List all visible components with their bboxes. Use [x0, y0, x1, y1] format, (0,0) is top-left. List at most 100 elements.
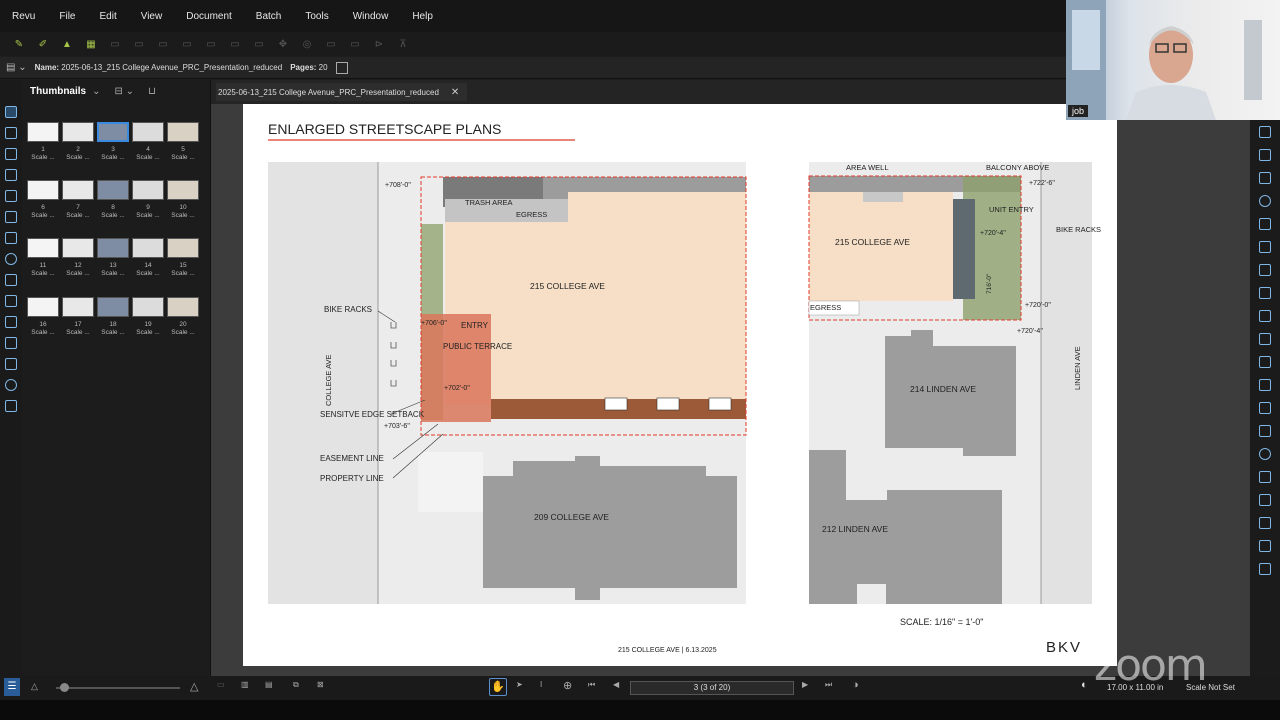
bookmarks-icon[interactable] — [5, 127, 17, 139]
callout-icon[interactable] — [1259, 218, 1271, 230]
move-icon[interactable]: ✥ — [276, 38, 290, 50]
crop-icon[interactable] — [1259, 494, 1271, 506]
markups-icon[interactable] — [5, 169, 17, 181]
thumbnail-page[interactable] — [62, 238, 94, 258]
tool-icon[interactable]: ▭ — [204, 38, 218, 50]
thumbnail-page[interactable] — [132, 297, 164, 317]
pen-icon[interactable]: ✎ — [12, 38, 26, 50]
menu-item-edit[interactable]: Edit — [99, 11, 116, 22]
thumbnail-page[interactable] — [167, 297, 199, 317]
tool-icon[interactable]: ◎ — [300, 38, 314, 50]
ruler-icon[interactable] — [5, 274, 17, 286]
small-size-icon[interactable]: △ — [31, 681, 38, 692]
list-icon[interactable] — [5, 295, 17, 307]
sync-icon[interactable]: ⧉ — [293, 680, 299, 690]
thumbnail-page[interactable] — [167, 122, 199, 142]
split-icon[interactable]: ⊠ — [317, 680, 324, 689]
zoom-icon[interactable]: ⊕ — [563, 679, 572, 692]
pan-hand-icon[interactable]: ✋ — [489, 678, 507, 696]
cloud-icon[interactable] — [1259, 195, 1271, 207]
bell-icon[interactable]: ▲ — [60, 38, 74, 50]
thumbnail-page[interactable] — [27, 238, 59, 258]
thumbnails-icon[interactable] — [5, 106, 17, 118]
page-number-field[interactable]: 3 (3 of 20) — [630, 681, 794, 695]
link-icon[interactable] — [5, 337, 17, 349]
search-icon[interactable] — [5, 379, 17, 391]
dimension-icon[interactable] — [1259, 402, 1271, 414]
highlight-icon[interactable] — [1259, 126, 1271, 138]
tool-icon[interactable]: ▭ — [180, 38, 194, 50]
history-icon[interactable]: ◑ — [852, 679, 859, 691]
document-tab[interactable]: 2025-06-13_215 College Avenue_PRC_Presen… — [216, 83, 468, 101]
polyline-icon[interactable] — [1259, 379, 1271, 391]
tool-icon[interactable]: ▭ — [252, 38, 266, 50]
settings-icon[interactable] — [5, 253, 17, 265]
more-tools-icon[interactable] — [1259, 563, 1271, 575]
thumbnail-page[interactable] — [132, 180, 164, 200]
rectangle-icon[interactable] — [1259, 425, 1271, 437]
tool-icon[interactable]: ▭ — [348, 38, 362, 50]
menu-item-tools[interactable]: Tools — [305, 11, 328, 22]
tool-icon[interactable]: ▭ — [156, 38, 170, 50]
thumbnail-page[interactable] — [97, 180, 129, 200]
arrow-icon[interactable] — [1259, 333, 1271, 345]
thumbnail-page[interactable] — [132, 238, 164, 258]
ellipse-icon[interactable] — [1259, 448, 1271, 460]
thumbnail-page[interactable] — [132, 122, 164, 142]
text-box-icon[interactable] — [1259, 172, 1271, 184]
text-select-icon[interactable]: I — [540, 680, 542, 689]
menu-item-batch[interactable]: Batch — [256, 11, 282, 22]
next-page-icon[interactable]: ▶ — [802, 680, 808, 689]
properties-icon[interactable] — [5, 190, 17, 202]
thumbnail-page[interactable] — [97, 297, 129, 317]
arc-icon[interactable] — [1259, 356, 1271, 368]
line-icon[interactable] — [1259, 310, 1271, 322]
menu-item-view[interactable]: View — [141, 11, 163, 22]
select-icon[interactable]: ➤ — [516, 680, 523, 689]
stamp-icon[interactable] — [1259, 241, 1271, 253]
large-size-icon[interactable]: △ — [190, 680, 198, 693]
thumbnail-page[interactable] — [167, 180, 199, 200]
printer-icon[interactable] — [5, 358, 17, 370]
menu-item-help[interactable]: Help — [412, 11, 433, 22]
previous-page-icon[interactable]: ◀ — [613, 680, 619, 689]
thumbnail-page[interactable] — [62, 180, 94, 200]
menu-item-window[interactable]: Window — [353, 11, 389, 22]
dock-icon[interactable]: ⊔ — [148, 86, 156, 97]
thumbnail-page[interactable] — [27, 122, 59, 142]
note-icon[interactable] — [1259, 287, 1271, 299]
thumbnail-size-slider[interactable] — [56, 683, 180, 692]
contrast-icon[interactable]: ◐ — [1081, 679, 1088, 691]
thumbnail-page[interactable] — [27, 297, 59, 317]
measure-icon[interactable] — [5, 232, 17, 244]
menu-item-file[interactable]: File — [59, 11, 75, 22]
last-page-icon[interactable]: ⏭ — [825, 680, 832, 690]
pencil-icon[interactable]: ✐ — [36, 38, 50, 50]
pen-icon[interactable] — [1259, 149, 1271, 161]
tool-icon[interactable]: ▭ — [132, 38, 146, 50]
thumbnail-page[interactable] — [27, 180, 59, 200]
thumbnail-page[interactable] — [97, 238, 129, 258]
menu-item-document[interactable]: Document — [186, 11, 232, 22]
polygon-icon[interactable] — [1259, 471, 1271, 483]
tag-icon[interactable] — [5, 400, 17, 412]
location-icon[interactable] — [5, 211, 17, 223]
thumbnail-page[interactable] — [167, 238, 199, 258]
grid-icon[interactable]: ▦ — [84, 38, 98, 50]
document-icon[interactable] — [335, 61, 348, 74]
eraser-icon[interactable] — [1259, 517, 1271, 529]
signature-icon[interactable] — [5, 316, 17, 328]
single-page-icon[interactable]: ▭ — [217, 680, 225, 689]
view-options-icon[interactable]: ⊟ ⌄ — [115, 86, 135, 97]
tool-icon[interactable]: ▭ — [228, 38, 242, 50]
thumbnail-page[interactable] — [62, 122, 94, 142]
file-menu-icon[interactable]: ▤ ⌄ — [6, 62, 27, 73]
tool-icon[interactable]: ⊳ — [372, 38, 386, 50]
chevron-down-icon[interactable]: ⌄ — [92, 86, 100, 97]
pdf-page[interactable]: ENLARGED STREETSCAPE PLANS TRASH AREA EG… — [243, 104, 1117, 666]
thumbnail-page[interactable] — [62, 297, 94, 317]
layers-icon[interactable] — [5, 148, 17, 160]
side-by-side-icon[interactable]: ▤ — [265, 680, 273, 689]
first-page-icon[interactable]: ⏮ — [588, 680, 595, 690]
tool-icon[interactable]: ⊼ — [396, 38, 410, 50]
